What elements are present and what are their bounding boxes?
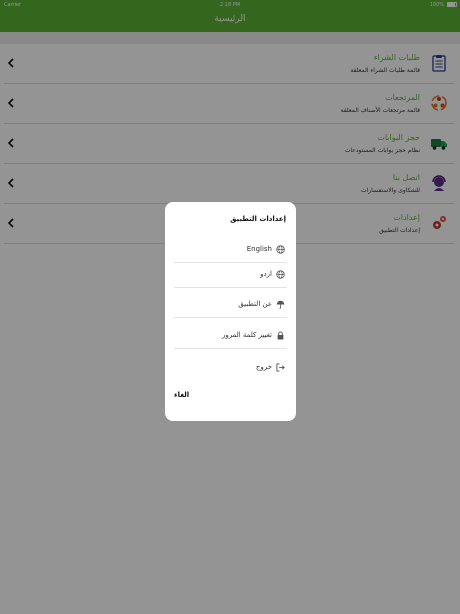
option-label: خروج [255,363,272,371]
app-settings-dialog: إعدادات التطبيق English اردو عن التطبيق … [165,202,296,421]
logout-icon [276,363,285,372]
option-logout[interactable]: خروج [174,357,287,381]
cancel-button[interactable]: الغاء [174,391,189,399]
option-label: English [246,245,272,253]
option-urdu[interactable]: اردو [174,264,287,288]
option-change-password[interactable]: تغيير كلمة المرور [174,325,287,349]
option-label: عن التطبيق [238,300,272,308]
globe-icon [276,245,285,254]
option-english[interactable]: English [174,239,287,263]
dialog-title: إعدادات التطبيق [230,215,286,223]
lock-icon [277,331,284,340]
option-label: تغيير كلمة المرور [221,331,272,339]
umbrella-icon [276,300,285,309]
option-label: اردو [260,270,272,278]
option-about-app[interactable]: عن التطبيق [174,294,287,318]
globe-icon [276,270,285,279]
